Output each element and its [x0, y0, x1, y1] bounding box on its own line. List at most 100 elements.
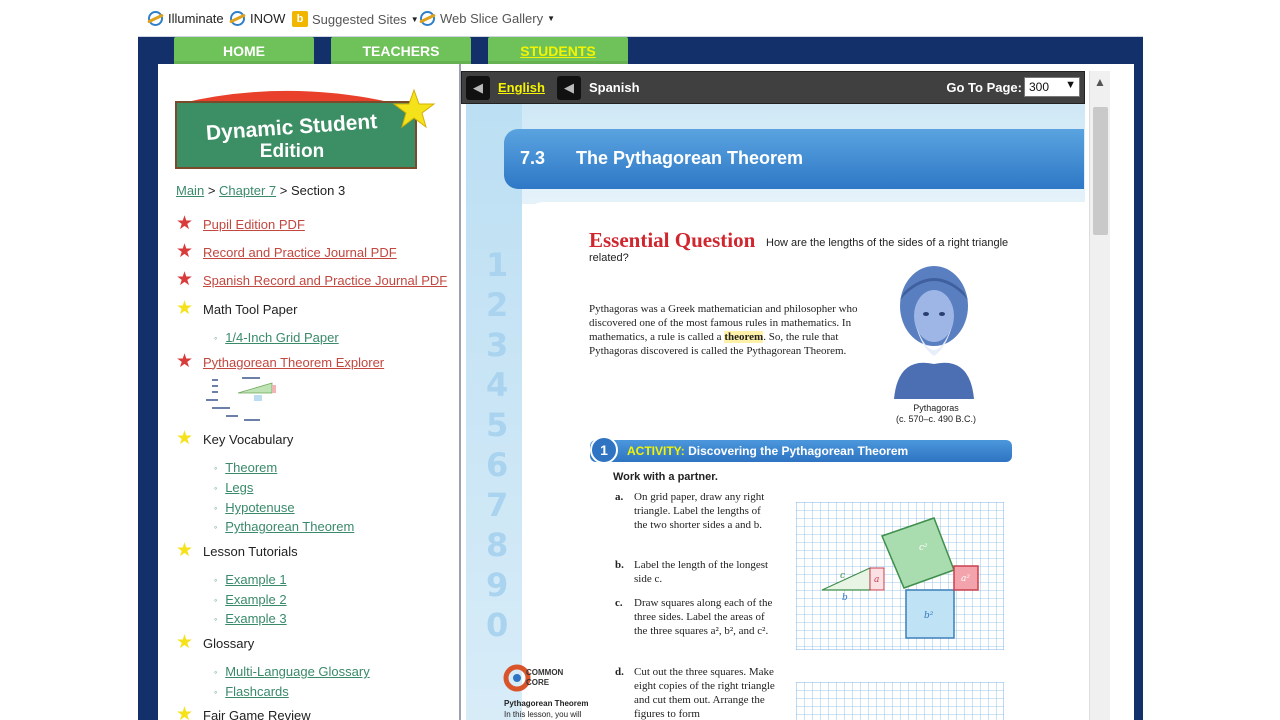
- essential-question-text: How are the lengths of the sides of a ri…: [589, 237, 1009, 264]
- viewer-toolbar: ◀ English ◀ Spanish Go To Page: 300 ▼: [461, 71, 1085, 104]
- step-b: b. Label the length of the longest side …: [615, 558, 775, 586]
- sidebar-subitem-pythagorean-theorem[interactable]: ◦ Pythagorean Theorem: [214, 519, 354, 534]
- sidebar: Dynamic Student Edition Main > Chapter 7…: [158, 64, 461, 720]
- favorites-bar: Illuminate INOW b Suggested Sites ▼ Web …: [138, 0, 1143, 37]
- tab-teachers[interactable]: TEACHERS: [331, 37, 471, 64]
- logo-line2: Edition: [260, 141, 324, 162]
- margin-number: 7: [486, 486, 509, 524]
- sidebar-item-pythagorean-explorer[interactable]: ★ Pythagorean Theorem Explorer: [176, 351, 385, 372]
- star-icon: ★: [176, 298, 194, 319]
- bullet-icon: ◦: [214, 332, 218, 343]
- spanish-audio-button[interactable]: Spanish: [589, 80, 640, 95]
- breadcrumb-separator: >: [279, 183, 288, 198]
- common-core-line2: CORE: [526, 678, 550, 687]
- scroll-up-icon[interactable]: ▲: [1094, 75, 1106, 89]
- english-audio-button[interactable]: English: [498, 80, 545, 95]
- common-core-sub: In this lesson, you will: [504, 710, 582, 719]
- ie-icon: [420, 11, 435, 26]
- common-core-topic: Pythagorean Theorem: [504, 699, 589, 708]
- margin-number: 1: [486, 246, 509, 284]
- tab-home[interactable]: HOME: [174, 37, 314, 64]
- bing-icon: b: [292, 11, 308, 27]
- star-icon: ★: [176, 428, 194, 449]
- tab-label: TEACHERS: [362, 42, 440, 59]
- viewer-scrollbar[interactable]: ▲: [1089, 71, 1110, 720]
- label-c: c: [840, 571, 845, 581]
- sidebar-subitem-multi-language-glossary[interactable]: ◦ Multi-Language Glossary: [214, 664, 370, 679]
- browser-frame: Illuminate INOW b Suggested Sites ▼ Web …: [138, 0, 1143, 720]
- margin-number: 2: [486, 286, 509, 324]
- sidebar-item-spanish-journal[interactable]: ★ Spanish Record and Practice Journal PD…: [176, 269, 447, 290]
- step-text: Cut out the three squares. Make eight co…: [634, 666, 775, 720]
- explorer-thumbnail-image[interactable]: [204, 375, 286, 427]
- favorite-suggested-sites[interactable]: b Suggested Sites ▼: [292, 11, 419, 27]
- content-area: Dynamic Student Edition Main > Chapter 7…: [158, 64, 1134, 720]
- book-viewer: ◀ English ◀ Spanish Go To Page: 300 ▼ ▲ …: [461, 64, 1134, 720]
- speaker-icon[interactable]: ◀: [466, 75, 490, 100]
- sidebar-subitem-legs[interactable]: ◦ Legs: [214, 480, 253, 495]
- sidebar-subitem-example-1[interactable]: ◦ Example 1: [214, 572, 287, 587]
- label-b2: b²: [924, 611, 934, 621]
- margin-number: 0: [486, 606, 509, 644]
- tab-students[interactable]: STUDENTS: [488, 37, 628, 64]
- breadcrumb-main[interactable]: Main: [176, 183, 204, 198]
- sidebar-subitem-theorem[interactable]: ◦ Theorem: [214, 460, 277, 475]
- bust-caption: Pythagoras (c. 570–c. 490 B.C.): [886, 403, 986, 425]
- sidebar-subitem-label: Example 2: [225, 592, 287, 607]
- intro-paragraph: Pythagoras was a Greek mathematician and…: [589, 302, 879, 358]
- favorite-web-slice-gallery[interactable]: Web Slice Gallery ▼: [420, 11, 555, 26]
- tab-label: HOME: [223, 42, 265, 59]
- sidebar-item-label: Key Vocabulary: [203, 431, 294, 447]
- label-c2: c²: [919, 543, 928, 553]
- common-core-note: Pythagorean Theorem In this lesson, you …: [504, 698, 594, 720]
- activity-number: 1: [590, 436, 618, 464]
- sidebar-item-pupil-edition-pdf[interactable]: ★ Pupil Edition PDF: [176, 213, 305, 234]
- chevron-down-icon: ▼: [547, 14, 555, 23]
- margin-number: 8: [486, 526, 509, 564]
- second-grid-figure: [796, 682, 1004, 720]
- pythagorean-grid-figure: c² b² a² b a c: [796, 502, 1004, 650]
- scrollbar-thumb[interactable]: [1093, 107, 1108, 235]
- sidebar-item-record-practice-journal[interactable]: ★ Record and Practice Journal PDF: [176, 241, 397, 262]
- sidebar-item-glossary: ★ Glossary: [176, 633, 255, 652]
- bullet-icon: ◦: [214, 666, 218, 677]
- sidebar-subitem-flashcards[interactable]: ◦ Flashcards: [214, 684, 289, 699]
- star-icon: ★: [176, 269, 194, 290]
- bullet-icon: ◦: [214, 574, 218, 585]
- sidebar-subitem-example-3[interactable]: ◦ Example 3: [214, 611, 287, 626]
- bullet-icon: ◦: [214, 686, 218, 697]
- go-to-page-select[interactable]: 300 ▼: [1024, 77, 1080, 97]
- ie-icon: [230, 11, 245, 26]
- step-text: Draw squares along each of the three sid…: [634, 597, 773, 637]
- sidebar-item-label: Pythagorean Theorem Explorer: [203, 354, 385, 370]
- sidebar-item-label: Glossary: [203, 635, 255, 651]
- breadcrumb-section: Section 3: [290, 183, 346, 198]
- sidebar-subitem-label: Multi-Language Glossary: [225, 664, 370, 679]
- sidebar-subitem-label: Legs: [225, 480, 254, 495]
- ie-icon: [148, 11, 163, 26]
- textbook-page: 1 2 3 4 5 6 7 8 9 0 7.3 The Pythagorean …: [466, 104, 1085, 720]
- breadcrumb-chapter[interactable]: Chapter 7: [219, 183, 276, 198]
- star-icon: ★: [176, 213, 194, 234]
- star-icon: ★: [176, 241, 194, 262]
- sidebar-subitem-label: 1/4-Inch Grid Paper: [225, 330, 339, 345]
- sidebar-item-label: Fair Game Review: [203, 707, 311, 720]
- step-d: d. Cut out the three squares. Make eight…: [615, 665, 775, 720]
- sidebar-subitem-example-2[interactable]: ◦ Example 2: [214, 592, 287, 607]
- margin-number: 4: [486, 366, 509, 404]
- step-text: Label the length of the longest side c.: [634, 559, 769, 585]
- speaker-icon[interactable]: ◀: [556, 75, 581, 100]
- star-icon: ★: [176, 351, 194, 372]
- sidebar-subitem-hypotenuse[interactable]: ◦ Hypotenuse: [214, 500, 295, 515]
- sidebar-subitem-label: Example 1: [225, 572, 287, 587]
- favorite-illuminate[interactable]: Illuminate: [148, 11, 224, 26]
- theorem-highlight: theorem: [724, 331, 764, 343]
- star-icon: ★: [176, 540, 194, 561]
- bullet-icon: ◦: [214, 462, 218, 473]
- dynamic-student-edition-logo[interactable]: Dynamic Student Edition: [174, 84, 436, 170]
- breadcrumb-separator: >: [207, 183, 216, 198]
- sidebar-item-lesson-tutorials: ★ Lesson Tutorials: [176, 540, 298, 561]
- favorite-inow[interactable]: INOW: [230, 11, 285, 26]
- go-to-page-label: Go To Page:: [946, 80, 1022, 95]
- sidebar-subitem-grid-paper[interactable]: ◦ 1/4-Inch Grid Paper: [214, 330, 339, 345]
